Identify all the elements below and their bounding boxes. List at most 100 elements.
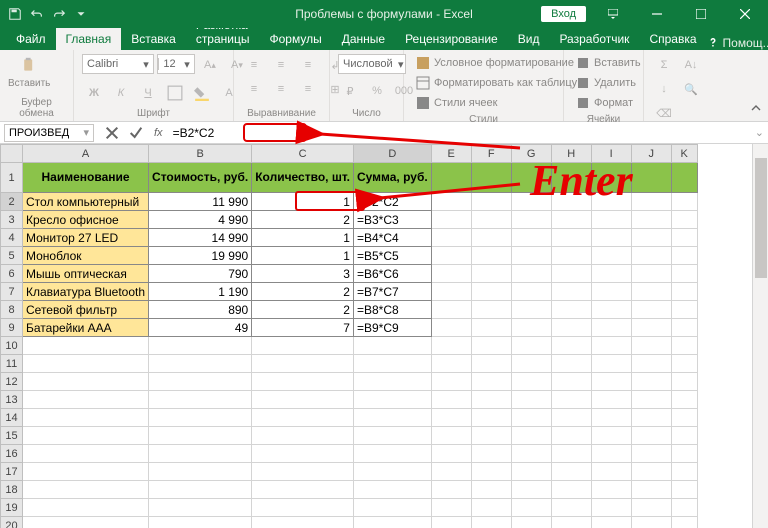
menu-home[interactable]: Главная xyxy=(56,28,122,50)
cell[interactable] xyxy=(431,463,471,481)
insert-cells-button[interactable]: Вставить xyxy=(572,54,645,72)
cell[interactable] xyxy=(252,517,354,528)
align-right-icon[interactable]: ≡ xyxy=(296,78,320,100)
cell[interactable] xyxy=(431,211,471,229)
cell[interactable] xyxy=(671,391,697,409)
menu-view[interactable]: Вид xyxy=(508,28,550,50)
cell[interactable] xyxy=(551,463,591,481)
row-header[interactable]: 8 xyxy=(1,301,23,319)
scrollbar-thumb[interactable] xyxy=(755,158,767,278)
cell[interactable] xyxy=(252,391,354,409)
cell[interactable]: 2 xyxy=(252,211,354,229)
cell[interactable] xyxy=(631,319,671,337)
row-header[interactable]: 2 xyxy=(1,193,23,211)
redo-icon[interactable] xyxy=(50,5,68,23)
cell[interactable] xyxy=(471,481,511,499)
column-header[interactable]: H xyxy=(551,145,591,163)
qa-dropdown-icon[interactable] xyxy=(72,5,90,23)
sort-icon[interactable]: A↓ xyxy=(679,54,703,76)
menu-data[interactable]: Данные xyxy=(332,28,395,50)
cell[interactable] xyxy=(471,163,511,193)
cell[interactable] xyxy=(353,409,431,427)
menu-developer[interactable]: Разработчик xyxy=(549,28,639,50)
cell[interactable] xyxy=(353,445,431,463)
cell[interactable]: =B2*C2 xyxy=(353,193,431,211)
cell[interactable] xyxy=(471,373,511,391)
cell[interactable] xyxy=(591,463,631,481)
cell[interactable] xyxy=(551,517,591,528)
cell[interactable] xyxy=(252,499,354,517)
cell[interactable] xyxy=(149,409,252,427)
cell[interactable] xyxy=(23,391,149,409)
cell[interactable]: 890 xyxy=(149,301,252,319)
cell[interactable] xyxy=(671,499,697,517)
cell[interactable] xyxy=(551,283,591,301)
column-header[interactable]: F xyxy=(471,145,511,163)
formula-input[interactable] xyxy=(169,124,764,142)
cell[interactable] xyxy=(511,319,551,337)
cell[interactable]: 1 xyxy=(252,229,354,247)
cell[interactable]: Стол компьютерный xyxy=(23,193,149,211)
cell[interactable]: =B5*C5 xyxy=(353,247,431,265)
cell[interactable] xyxy=(591,445,631,463)
cell[interactable] xyxy=(431,319,471,337)
align-bottom-icon[interactable]: ≡ xyxy=(296,54,320,76)
cell[interactable] xyxy=(511,517,551,528)
cell[interactable] xyxy=(511,409,551,427)
cell[interactable]: 11 990 xyxy=(149,193,252,211)
close-icon[interactable] xyxy=(728,0,762,28)
table-header[interactable]: Наименование xyxy=(23,163,149,193)
expand-formula-bar-icon[interactable]: ⌄ xyxy=(755,126,764,139)
cell[interactable] xyxy=(431,337,471,355)
column-header[interactable]: I xyxy=(591,145,631,163)
tell-me-button[interactable]: Помощ... xyxy=(707,36,768,50)
cell[interactable] xyxy=(671,211,697,229)
fill-icon[interactable]: ↓ xyxy=(652,78,676,100)
cell[interactable] xyxy=(471,337,511,355)
cell[interactable] xyxy=(631,445,671,463)
cell[interactable]: 3 xyxy=(252,265,354,283)
cell[interactable] xyxy=(511,463,551,481)
row-header[interactable]: 17 xyxy=(1,463,23,481)
column-header[interactable]: B xyxy=(149,145,252,163)
cell[interactable] xyxy=(671,427,697,445)
cell[interactable] xyxy=(431,355,471,373)
cell[interactable] xyxy=(431,445,471,463)
font-color-icon[interactable]: A xyxy=(217,82,241,104)
cell[interactable] xyxy=(631,427,671,445)
number-format-selector[interactable]: Числовой▾ xyxy=(338,54,406,74)
font-size-selector[interactable]: 12▾ xyxy=(157,54,195,74)
clear-icon[interactable]: ⌫ xyxy=(652,102,676,124)
cell[interactable] xyxy=(511,229,551,247)
cell[interactable] xyxy=(551,337,591,355)
cell[interactable]: 14 990 xyxy=(149,229,252,247)
row-header[interactable]: 19 xyxy=(1,499,23,517)
cancel-formula-icon[interactable] xyxy=(104,125,120,141)
cell[interactable] xyxy=(591,337,631,355)
cell[interactable] xyxy=(511,211,551,229)
cell[interactable] xyxy=(631,247,671,265)
cell[interactable] xyxy=(471,355,511,373)
cell[interactable] xyxy=(23,337,149,355)
cell[interactable]: 1 190 xyxy=(149,283,252,301)
row-header[interactable]: 15 xyxy=(1,427,23,445)
cell[interactable] xyxy=(671,409,697,427)
row-header[interactable]: 7 xyxy=(1,283,23,301)
cell[interactable] xyxy=(631,499,671,517)
cell[interactable] xyxy=(471,445,511,463)
conditional-formatting-button[interactable]: Условное форматирование xyxy=(412,54,578,72)
cell[interactable] xyxy=(511,445,551,463)
column-header[interactable]: G xyxy=(511,145,551,163)
cell[interactable] xyxy=(591,499,631,517)
cell[interactable] xyxy=(471,517,511,528)
cell[interactable]: =B8*C8 xyxy=(353,301,431,319)
cell[interactable] xyxy=(471,247,511,265)
menu-formulas[interactable]: Формулы xyxy=(259,28,331,50)
cell[interactable] xyxy=(551,445,591,463)
row-header[interactable]: 14 xyxy=(1,409,23,427)
cell[interactable] xyxy=(631,481,671,499)
cell[interactable] xyxy=(551,499,591,517)
format-as-table-button[interactable]: Форматировать как таблицу xyxy=(412,74,581,92)
cell[interactable] xyxy=(252,427,354,445)
cell[interactable]: 4 990 xyxy=(149,211,252,229)
